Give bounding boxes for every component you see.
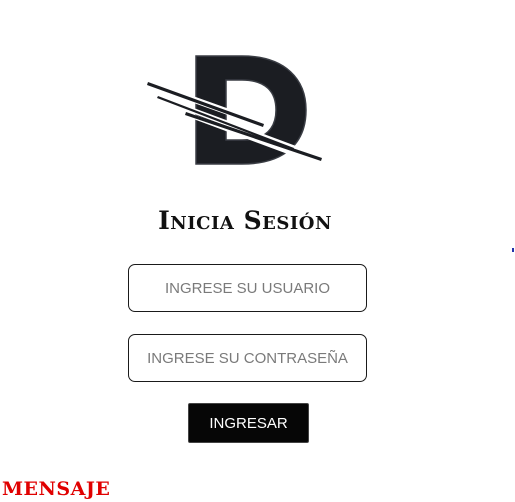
username-input[interactable] — [128, 264, 367, 312]
login-button[interactable]: INGRESAR — [188, 403, 309, 443]
stray-marker — [512, 248, 514, 252]
login-page: Inicia Sesión INGRESAR MENSAJE — [0, 0, 515, 502]
status-message: MENSAJE — [2, 478, 111, 500]
password-input[interactable] — [128, 334, 367, 382]
page-title: Inicia Sesión — [158, 206, 332, 235]
d-letter-logo-icon — [146, 50, 326, 170]
